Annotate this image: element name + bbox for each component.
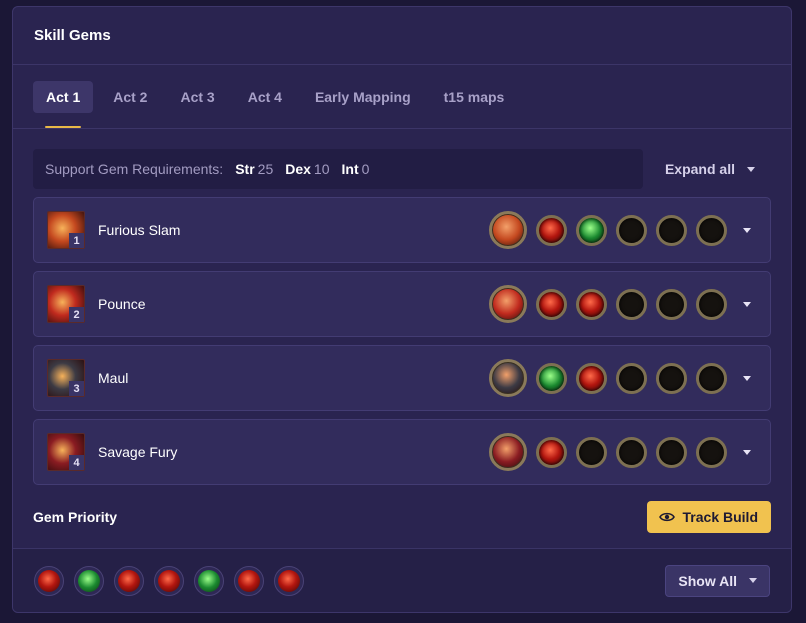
empty-socket-icon[interactable]: [696, 288, 727, 320]
dex-value: 10: [313, 161, 330, 177]
gem-sockets: [489, 285, 736, 323]
skill-gems-panel: Skill Gems Act 1 Act 2 Act 3 Act 4 Early…: [12, 6, 792, 613]
chevron-down-icon[interactable]: [743, 227, 751, 233]
empty-socket-icon[interactable]: [616, 288, 647, 320]
show-all-label: Show All: [678, 572, 737, 589]
tab-act-3[interactable]: Act 3: [167, 81, 227, 113]
str-label: Str: [235, 161, 255, 177]
show-all-button[interactable]: Show All: [665, 564, 770, 597]
empty-socket-icon[interactable]: [656, 436, 687, 468]
skill-icon: 3: [47, 359, 85, 397]
skill-number-badge: 2: [69, 307, 84, 322]
chevron-down-icon[interactable]: [743, 301, 751, 307]
skill-icon: 4: [47, 433, 85, 471]
dex-label: Dex: [285, 161, 311, 177]
chevron-down-icon: [749, 578, 757, 583]
track-build-label: Track Build: [682, 509, 758, 525]
main-skill-gem-icon[interactable]: [489, 433, 527, 471]
skill-name: Maul: [98, 370, 129, 386]
empty-socket-icon[interactable]: [656, 214, 687, 246]
red-support-gem-icon[interactable]: [536, 436, 567, 468]
red-support-gem-icon[interactable]: [576, 288, 607, 320]
skill-row[interactable]: 1 Furious Slam: [33, 197, 771, 263]
main-skill-gem-icon[interactable]: [489, 359, 527, 397]
skill-number-badge: 1: [69, 233, 84, 248]
act-tabs: Act 1 Act 2 Act 3 Act 4 Early Mapping t1…: [13, 65, 791, 129]
empty-socket-icon[interactable]: [696, 362, 727, 394]
gem-sockets: [489, 211, 736, 249]
panel-header: Skill Gems: [13, 7, 791, 65]
red-gem-icon[interactable]: [154, 565, 184, 596]
int-value: 0: [361, 161, 370, 177]
skill-name: Furious Slam: [98, 222, 181, 238]
green-gem-icon[interactable]: [194, 565, 224, 596]
gem-sockets: [489, 433, 736, 471]
skill-row[interactable]: 4 Savage Fury: [33, 419, 771, 485]
green-support-gem-icon[interactable]: [576, 214, 607, 246]
eye-icon: [658, 512, 675, 522]
gem-priority-title: Gem Priority: [33, 509, 118, 525]
skill-name: Savage Fury: [98, 444, 178, 460]
expand-all-button[interactable]: Expand all: [665, 161, 755, 177]
skill-icon: 2: [47, 285, 85, 323]
red-gem-icon[interactable]: [234, 565, 264, 596]
int-label: Int: [341, 161, 359, 177]
content: Support Gem Requirements: Str 25 Dex 10 In…: [13, 129, 791, 537]
red-gem-icon[interactable]: [34, 565, 64, 596]
main-skill-gem-icon[interactable]: [489, 211, 527, 249]
chevron-down-icon[interactable]: [743, 449, 751, 455]
red-gem-icon[interactable]: [274, 565, 304, 596]
skill-row[interactable]: 3 Maul: [33, 345, 771, 411]
requirements-row: Support Gem Requirements: Str 25 Dex 10 In…: [33, 149, 771, 189]
tab-early-mapping[interactable]: Early Mapping: [302, 81, 424, 113]
red-support-gem-icon[interactable]: [576, 362, 607, 394]
skill-row[interactable]: 2 Pounce: [33, 271, 771, 337]
main-skill-gem-icon[interactable]: [489, 285, 527, 323]
chevron-down-icon: [747, 166, 755, 172]
empty-socket-icon[interactable]: [616, 436, 647, 468]
empty-socket-icon[interactable]: [616, 214, 647, 246]
panel-title: Skill Gems: [34, 27, 111, 44]
skill-number-badge: 3: [69, 381, 84, 396]
gem-priority-row: Gem Priority Track Build: [33, 497, 771, 537]
green-support-gem-icon[interactable]: [536, 362, 567, 394]
red-gem-icon[interactable]: [114, 565, 144, 596]
empty-socket-icon[interactable]: [616, 362, 647, 394]
skill-list: 1 Furious Slam 2 Pounce 3 Maul 4 Savage Fury: [33, 197, 771, 485]
empty-socket-icon[interactable]: [656, 288, 687, 320]
skill-icon: 1: [47, 211, 85, 249]
red-support-gem-icon[interactable]: [536, 214, 567, 246]
chevron-down-icon[interactable]: [743, 375, 751, 381]
expand-all-label: Expand all: [664, 161, 735, 177]
gem-sockets: [489, 359, 736, 397]
empty-socket-icon[interactable]: [576, 436, 607, 468]
track-build-button[interactable]: Track Build: [646, 501, 771, 533]
tab-act-4[interactable]: Act 4: [235, 81, 295, 113]
requirements-label: Support Gem Requirements:: [45, 161, 224, 177]
green-gem-icon[interactable]: [74, 565, 104, 596]
empty-socket-icon[interactable]: [656, 362, 687, 394]
empty-socket-icon[interactable]: [696, 436, 727, 468]
tab-t15-maps[interactable]: t15 maps: [431, 81, 518, 113]
tab-act-1[interactable]: Act 1: [33, 81, 94, 128]
str-value: 25: [257, 161, 274, 177]
red-support-gem-icon[interactable]: [536, 288, 567, 320]
support-gem-requirements: Support Gem Requirements: Str 25 Dex 10 In…: [33, 149, 643, 189]
priority-gem-list: [34, 565, 314, 596]
skill-name: Pounce: [98, 296, 146, 312]
empty-socket-icon[interactable]: [696, 214, 727, 246]
skill-number-badge: 4: [69, 455, 84, 470]
gem-priority-footer: Show All: [13, 548, 791, 612]
tab-act-2[interactable]: Act 2: [100, 81, 160, 113]
